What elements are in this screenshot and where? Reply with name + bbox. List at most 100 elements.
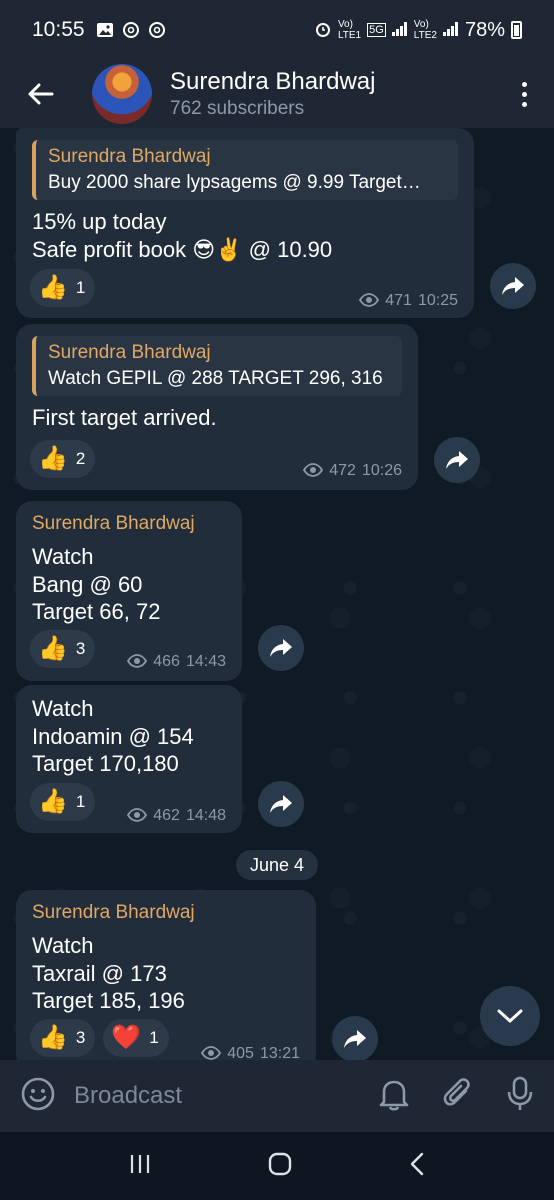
share-button[interactable] xyxy=(332,1016,378,1060)
threads-notification-icon xyxy=(121,21,141,39)
reaction-thumbs-up[interactable]: 👍 3 xyxy=(30,630,96,668)
arrow-left-icon xyxy=(28,83,54,105)
message-time: 10:26 xyxy=(361,462,402,479)
threads-notification-icon-2 xyxy=(147,21,167,39)
message-bubble[interactable]: Surendra Bhardwaj Watch Taxrail @ 173 Ta… xyxy=(16,890,316,1060)
signal-icon-2 xyxy=(442,21,459,39)
message-text: Watch Taxrail @ 173 Target 185, 196 xyxy=(32,932,300,1015)
date-separator: June 4 xyxy=(236,850,318,880)
message-line: Taxrail @ 173 xyxy=(32,960,167,986)
message-meta: 471 10:25 xyxy=(359,292,458,310)
message-line: 15% up today xyxy=(32,209,167,234)
message-bubble[interactable]: Surendra Bhardwaj Watch Bang @ 60 Target… xyxy=(16,501,242,681)
reply-sender: Surendra Bhardwaj xyxy=(48,342,211,363)
message-text: Watch Indoamin @ 154 Target 170,180 xyxy=(32,695,226,778)
message-line: Bang @ 60 xyxy=(32,571,143,597)
share-forward-icon xyxy=(502,277,524,295)
emoji-icon xyxy=(21,1077,55,1110)
bell-icon xyxy=(379,1080,409,1111)
share-button[interactable] xyxy=(490,263,536,309)
view-count: 405 xyxy=(227,1045,254,1060)
thumbs-up-icon: 👍 xyxy=(38,274,68,301)
message-text: 15% up today Safe profit book 😎✌️ @ 10.9… xyxy=(32,208,458,263)
views-icon xyxy=(127,807,148,825)
share-forward-icon xyxy=(446,451,468,469)
message-bubble[interactable]: Surendra Bhardwaj Watch GEPIL @ 288 TARG… xyxy=(16,324,418,490)
reaction-count: 1 xyxy=(75,278,86,297)
recent-apps-icon xyxy=(130,1154,149,1173)
share-button[interactable] xyxy=(434,437,480,483)
view-count: 466 xyxy=(153,653,180,670)
message-line: Safe profit book 😎✌️ @ 10.90 xyxy=(32,236,333,262)
emoji-button[interactable] xyxy=(20,1076,56,1117)
microphone-icon xyxy=(507,1076,533,1110)
message-line: Watch xyxy=(32,696,94,721)
reply-sender: Surendra Bhardwaj xyxy=(48,146,211,167)
message-sender: Surendra Bhardwaj xyxy=(32,902,195,923)
reaction-thumbs-up[interactable]: 👍 1 xyxy=(30,783,96,821)
chat-area[interactable]: Surendra Bhardwaj Buy 2000 share lypsage… xyxy=(0,128,554,1060)
channel-info[interactable]: Surendra Bhardwaj 762 subscribers xyxy=(170,67,375,121)
reaction-thumbs-up[interactable]: 👍 3 xyxy=(30,1019,96,1057)
message-time: 10:25 xyxy=(417,292,458,309)
subscriber-count: 762 subscribers xyxy=(170,98,305,119)
gallery-notification-icon xyxy=(95,21,115,39)
more-menu-button[interactable] xyxy=(494,81,554,107)
network-5g-label: 5G xyxy=(367,23,386,37)
share-forward-icon xyxy=(344,1030,366,1048)
reaction-thumbs-up[interactable]: 👍 2 xyxy=(30,440,96,478)
share-button[interactable] xyxy=(258,781,304,827)
reaction-count: 3 xyxy=(75,639,86,658)
reaction-count: 1 xyxy=(75,792,86,811)
mute-notifications-button[interactable] xyxy=(378,1077,410,1116)
battery-percentage: 78% xyxy=(464,18,505,41)
message-sender: Surendra Bhardwaj xyxy=(32,513,195,534)
message-meta: 405 13:21 xyxy=(201,1045,300,1060)
message-time: 14:48 xyxy=(185,807,226,824)
views-icon xyxy=(127,653,148,671)
back-chevron-icon xyxy=(411,1152,424,1175)
reaction-thumbs-up[interactable]: 👍 1 xyxy=(30,269,96,307)
sim2-lte-label: LTE2 xyxy=(413,30,437,41)
views-icon xyxy=(359,292,380,310)
voice-record-button[interactable] xyxy=(506,1076,534,1117)
message-line: Indoamin @ 154 xyxy=(32,723,194,749)
message-line: Watch xyxy=(32,544,94,569)
scroll-down-button[interactable] xyxy=(480,986,540,1046)
share-button[interactable] xyxy=(258,625,304,671)
message-bubble[interactable]: Watch Indoamin @ 154 Target 170,180 👍 1 … xyxy=(16,685,242,833)
reaction-heart[interactable]: ❤️ 1 xyxy=(103,1019,169,1057)
more-vertical-icon xyxy=(521,81,527,87)
message-bubble[interactable]: Surendra Bhardwaj Buy 2000 share lypsage… xyxy=(16,128,474,318)
reply-text: Buy 2000 share lypsagems @ 9.99 Target… xyxy=(48,172,421,193)
message-text: First target arrived. xyxy=(32,404,402,432)
reaction-count: 3 xyxy=(75,1028,86,1047)
channel-avatar[interactable] xyxy=(92,64,152,124)
reply-preview[interactable]: Surendra Bhardwaj Watch GEPIL @ 288 TARG… xyxy=(32,336,402,396)
home-button[interactable] xyxy=(267,1151,293,1182)
channel-header: Surendra Bhardwaj 762 subscribers xyxy=(0,60,554,128)
thumbs-up-icon: 👍 xyxy=(38,635,68,662)
broadcast-input[interactable]: Broadcast xyxy=(74,1082,182,1110)
share-forward-icon xyxy=(270,795,292,813)
back-button[interactable] xyxy=(0,60,80,128)
status-time: 10:55 xyxy=(32,18,85,41)
battery-icon xyxy=(511,21,522,39)
message-line: Target 66, 72 xyxy=(32,599,161,624)
message-meta: 466 14:43 xyxy=(127,653,226,671)
view-count: 462 xyxy=(153,807,180,824)
message-line: Target 185, 196 xyxy=(32,988,185,1013)
reply-preview[interactable]: Surendra Bhardwaj Buy 2000 share lypsage… xyxy=(32,140,458,200)
input-bar: Broadcast xyxy=(0,1060,554,1132)
recent-apps-button[interactable] xyxy=(128,1152,152,1181)
back-nav-button[interactable] xyxy=(408,1151,426,1182)
message-line: First target arrived. xyxy=(32,405,217,430)
message-time: 14:43 xyxy=(185,653,226,670)
channel-name: Surendra Bhardwaj xyxy=(170,68,376,95)
message-meta: 462 14:48 xyxy=(127,807,226,825)
attach-button[interactable] xyxy=(442,1077,474,1116)
paperclip-icon xyxy=(443,1077,470,1106)
message-line: Watch xyxy=(32,933,94,958)
view-count: 471 xyxy=(385,292,412,309)
home-icon xyxy=(268,1152,292,1175)
